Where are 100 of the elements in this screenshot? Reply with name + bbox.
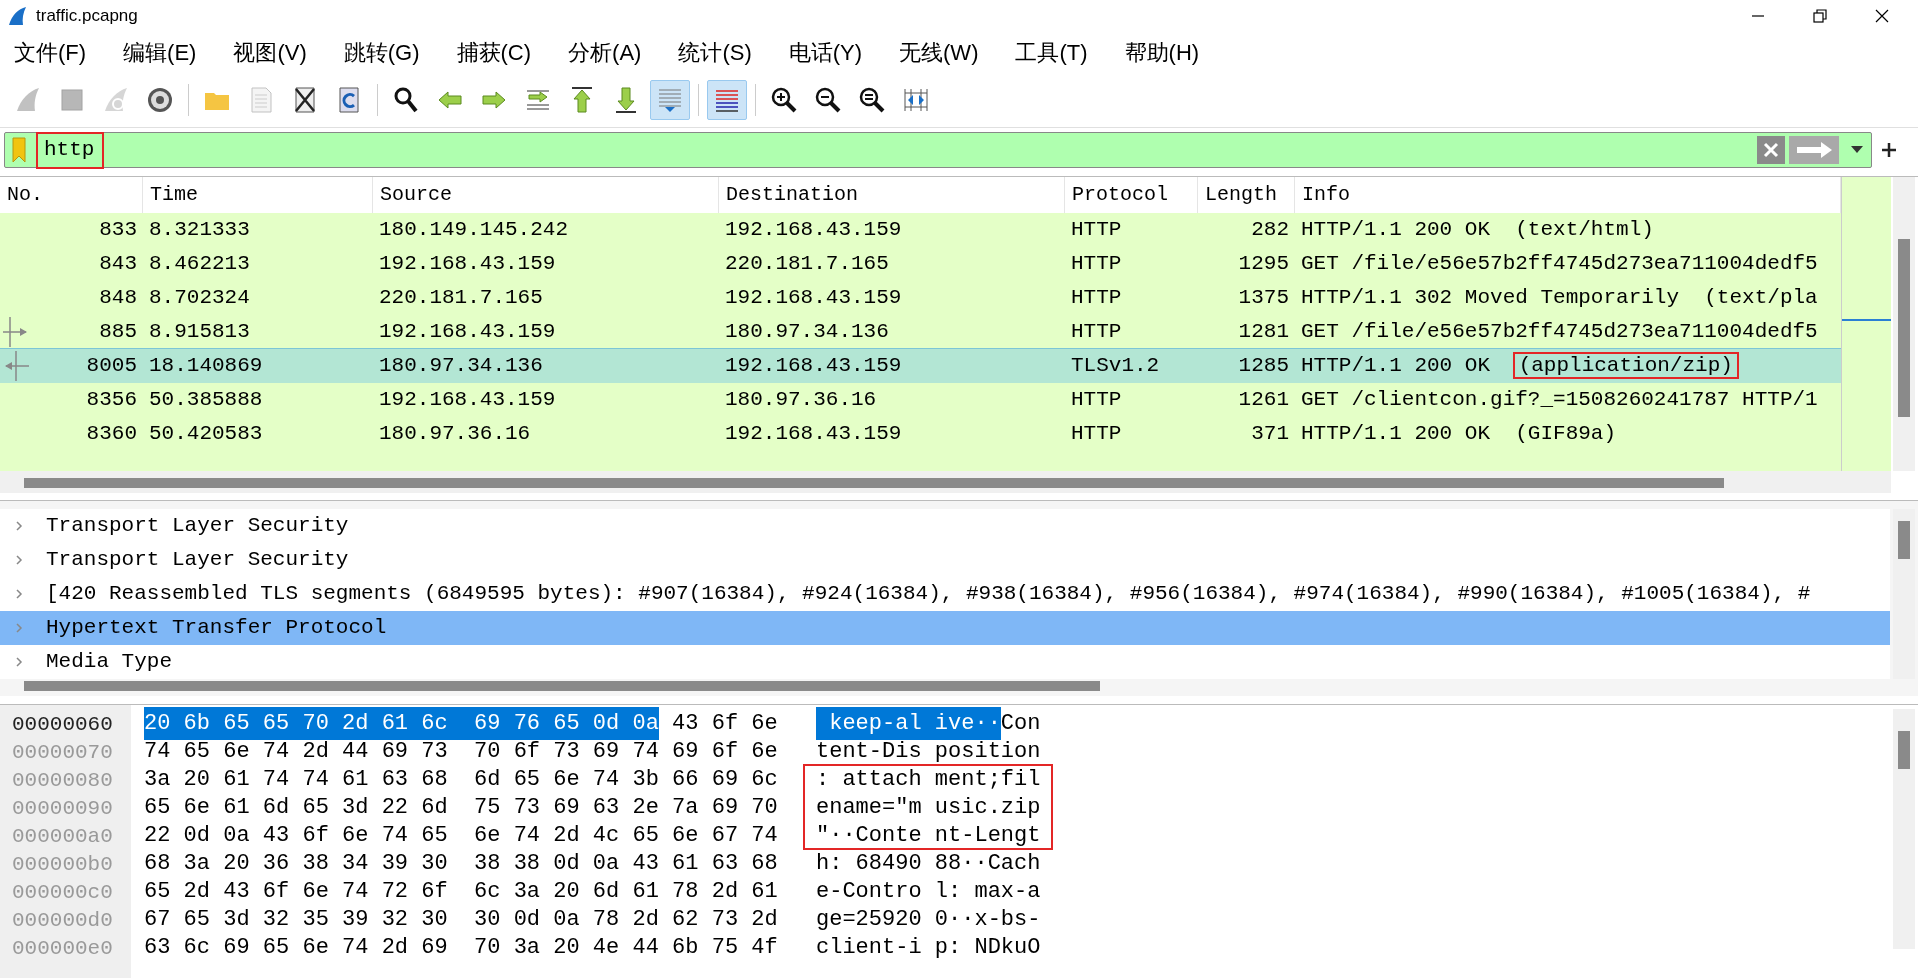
table-cell: HTTP [1071, 388, 1122, 412]
packet-row[interactable]: 885 8.915813 192.168.43.159 180.97.34.136 HTTP 1281 GET /file/e56e57b2ff4745d273ea711004dedf5 [0, 315, 1841, 349]
close-icon [1762, 141, 1780, 159]
table-cell: HTTP/1.1 302 Moved Temporarily (text/pla [1301, 286, 1818, 310]
table-cell: HTTP [1071, 252, 1122, 276]
packet-row[interactable]: 843 8.462213 192.168.43.159 220.181.7.165 HTTP 1295 GET /file/e56e57b2ff4745d273ea711004dedf5 [0, 247, 1841, 281]
table-cell: 180.149.145.242 [379, 218, 569, 242]
tree-item[interactable]: Media Type [0, 645, 1890, 679]
annotated-text: (application/zip) [1512, 352, 1739, 380]
byte-offset: 000000a0 [12, 825, 113, 848]
table-cell: GET /clientcon.gif?_=1508260241787 HTTP/1 [1301, 388, 1818, 412]
table-cell: 192.168.43.159 [725, 218, 902, 242]
right-arrow-icon [1795, 141, 1833, 159]
table-cell: 50.385888 [149, 388, 263, 412]
table-cell: 8356 [86, 388, 137, 412]
packet-row[interactable]: 848 8.702324 220.181.7.165 192.168.43.159 HTTP 1375 HTTP/1.1 302 Moved Temporarily (text/pla [0, 281, 1841, 315]
menu-item[interactable]: 捕获(C) [454, 35, 534, 69]
tree-item[interactable]: Transport Layer Security [0, 543, 1890, 577]
clear-filter-button[interactable] [1757, 136, 1785, 164]
packet-row[interactable]: 8360 50.420583 180.97.36.16 192.168.43.159 HTTP 371 HTTP/1.1 200 OK (GIF89a) [0, 417, 1841, 451]
menu-item[interactable]: 电话(Y) [786, 35, 865, 69]
colorize-button[interactable] [707, 79, 747, 120]
table-cell: 180.97.36.16 [379, 422, 531, 446]
scrollbar-thumb[interactable] [24, 478, 1724, 488]
scrollbar-thumb[interactable] [1898, 521, 1910, 559]
tree-item-label: Hypertext Transfer Protocol [46, 615, 387, 642]
restore-icon[interactable] [1812, 8, 1828, 24]
table-cell: HTTP/1.1 200 OK (text/html) [1301, 218, 1654, 242]
table-cell: 8005 [86, 354, 137, 378]
menu-item[interactable]: 编辑(E) [121, 35, 199, 69]
table-cell: 833 [99, 218, 137, 242]
annotation-box [36, 132, 104, 169]
close-icon[interactable] [1874, 8, 1890, 24]
table-cell: 1295 [1238, 252, 1289, 276]
table-cell: HTTP [1071, 422, 1122, 446]
tree-item-label: Media Type [46, 649, 173, 676]
hex-bytes: 74 65 6e 74 2d 44 69 73 70 6f 73 69 74 69 6f 6e [144, 737, 778, 766]
table-cell: 8360 [86, 422, 137, 446]
table-cell: 371 [1251, 422, 1289, 446]
scrollbar-thumb[interactable] [1898, 731, 1910, 769]
menu-item[interactable]: 分析(A) [566, 35, 644, 69]
byte-offset: 00000060 [12, 713, 113, 736]
tree-item-label: Transport Layer Security [46, 513, 349, 540]
plus-icon[interactable] [1880, 141, 1898, 159]
hex-bytes: 43 6f 6e [671, 709, 778, 738]
scrollbar-thumb[interactable] [1898, 239, 1910, 417]
selected-ascii-text: keep-al ive·· [816, 706, 1001, 740]
display-filter-field[interactable]: http [4, 132, 1872, 168]
menu-item[interactable]: 文件(F) [12, 35, 89, 69]
table-cell: 192.168.43.159 [379, 252, 556, 276]
ascii-text: : attach ment;fil [816, 765, 1041, 794]
packet-row[interactable]: 833 8.321333 180.149.145.242 192.168.43.159 HTTP 282 HTTP/1.1 200 OK (text/html) [0, 213, 1841, 247]
byte-offset: 00000090 [12, 797, 113, 820]
table-cell: 1285 [1238, 354, 1289, 378]
ascii-text: ename="m usic.zip [816, 793, 1041, 822]
byte-offset: 00000070 [12, 741, 113, 764]
hex-bytes: 67 65 3d 32 35 39 32 30 30 0d 0a 78 2d 62 73 2d [144, 905, 778, 934]
table-cell: 180.97.36.16 [725, 388, 877, 412]
table-cell: 282 [1251, 218, 1289, 242]
tree-item[interactable]: [420 Reassembled TLS segments (6849595 bytes): #907(16384), #924(16384), #938(16384), #956(16384), #974(16384), #990(16384), #1005(16384), # [0, 577, 1890, 611]
table-cell: GET /file/e56e57b2ff4745d273ea711004dedf5 [1301, 320, 1818, 344]
tree-item[interactable]: Transport Layer Security [0, 509, 1890, 543]
menu-item[interactable]: 视图(V) [231, 35, 309, 69]
ascii-text: ge=25920 0··x-bs- [816, 905, 1041, 934]
hex-bytes: 65 2d 43 6f 6e 74 72 6f 6c 3a 20 6d 61 78 2d 61 [144, 877, 778, 906]
table-cell: TLSv1.2 [1071, 354, 1160, 378]
hex-bytes: 22 0d 0a 43 6f 6e 74 65 6e 74 2d 4c 65 6e 67 74 [144, 821, 778, 850]
ascii-text: h: 68490 88··Cach [816, 849, 1041, 878]
table-cell: 8.702324 [149, 286, 250, 310]
menu-item[interactable]: 无线(W) [897, 35, 981, 69]
table-cell: HTTP/1.1 200 OK (GIF89a) [1301, 422, 1617, 446]
menu-item[interactable]: 帮助(H) [1122, 35, 1202, 69]
table-cell: 220.181.7.165 [725, 252, 889, 276]
tree-item[interactable]: Hypertext Transfer Protocol [0, 611, 1890, 645]
menu-item[interactable]: 统计(S) [676, 35, 754, 69]
table-cell: 18.140869 [149, 354, 263, 378]
table-cell: 1375 [1238, 286, 1289, 310]
table-cell: GET /file/e56e57b2ff4745d273ea711004dedf5 [1301, 252, 1818, 276]
ascii-text: e-Contro l: max-a [816, 877, 1041, 906]
packet-row[interactable]: 8356 50.385888 192.168.43.159 180.97.36.16 HTTP 1261 GET /clientcon.gif?_=1508260241787 HTTP/1 [0, 383, 1841, 417]
table-cell: HTTP [1071, 286, 1122, 310]
menu-item[interactable]: 工具(T) [1013, 35, 1090, 69]
table-cell: 1281 [1238, 320, 1289, 344]
byte-offset: 000000e0 [12, 937, 113, 960]
ascii-text: tent-Dis position [816, 737, 1041, 766]
hex-bytes: 3a 20 61 74 74 61 63 68 6d 65 6e 74 3b 66 69 6c [144, 765, 778, 794]
table-cell: 192.168.43.159 [725, 422, 902, 446]
byte-offset: 000000c0 [12, 881, 113, 904]
packet-row[interactable]: 8005 18.140869 180.97.34.136 192.168.43.159 TLSv1.2 1285 HTTP/1.1 200 OK (application/zip) [0, 349, 1841, 383]
scrollbar-thumb[interactable] [24, 681, 1100, 691]
table-cell: 50.420583 [149, 422, 263, 446]
hex-bytes: 68 3a 20 36 38 34 39 30 38 38 0d 0a 43 61 63 68 [144, 849, 778, 878]
caret-icon [1851, 146, 1863, 154]
tree-item-label: Transport Layer Security [46, 547, 349, 574]
table-cell: 180.97.34.136 [725, 320, 889, 344]
table-cell: 8.915813 [149, 320, 250, 344]
menu-item[interactable]: 跳转(G) [341, 35, 422, 69]
ascii-text: client-i p: NDkuO [816, 933, 1041, 962]
table-cell: 192.168.43.159 [379, 388, 556, 412]
table-cell: HTTP [1071, 320, 1122, 344]
